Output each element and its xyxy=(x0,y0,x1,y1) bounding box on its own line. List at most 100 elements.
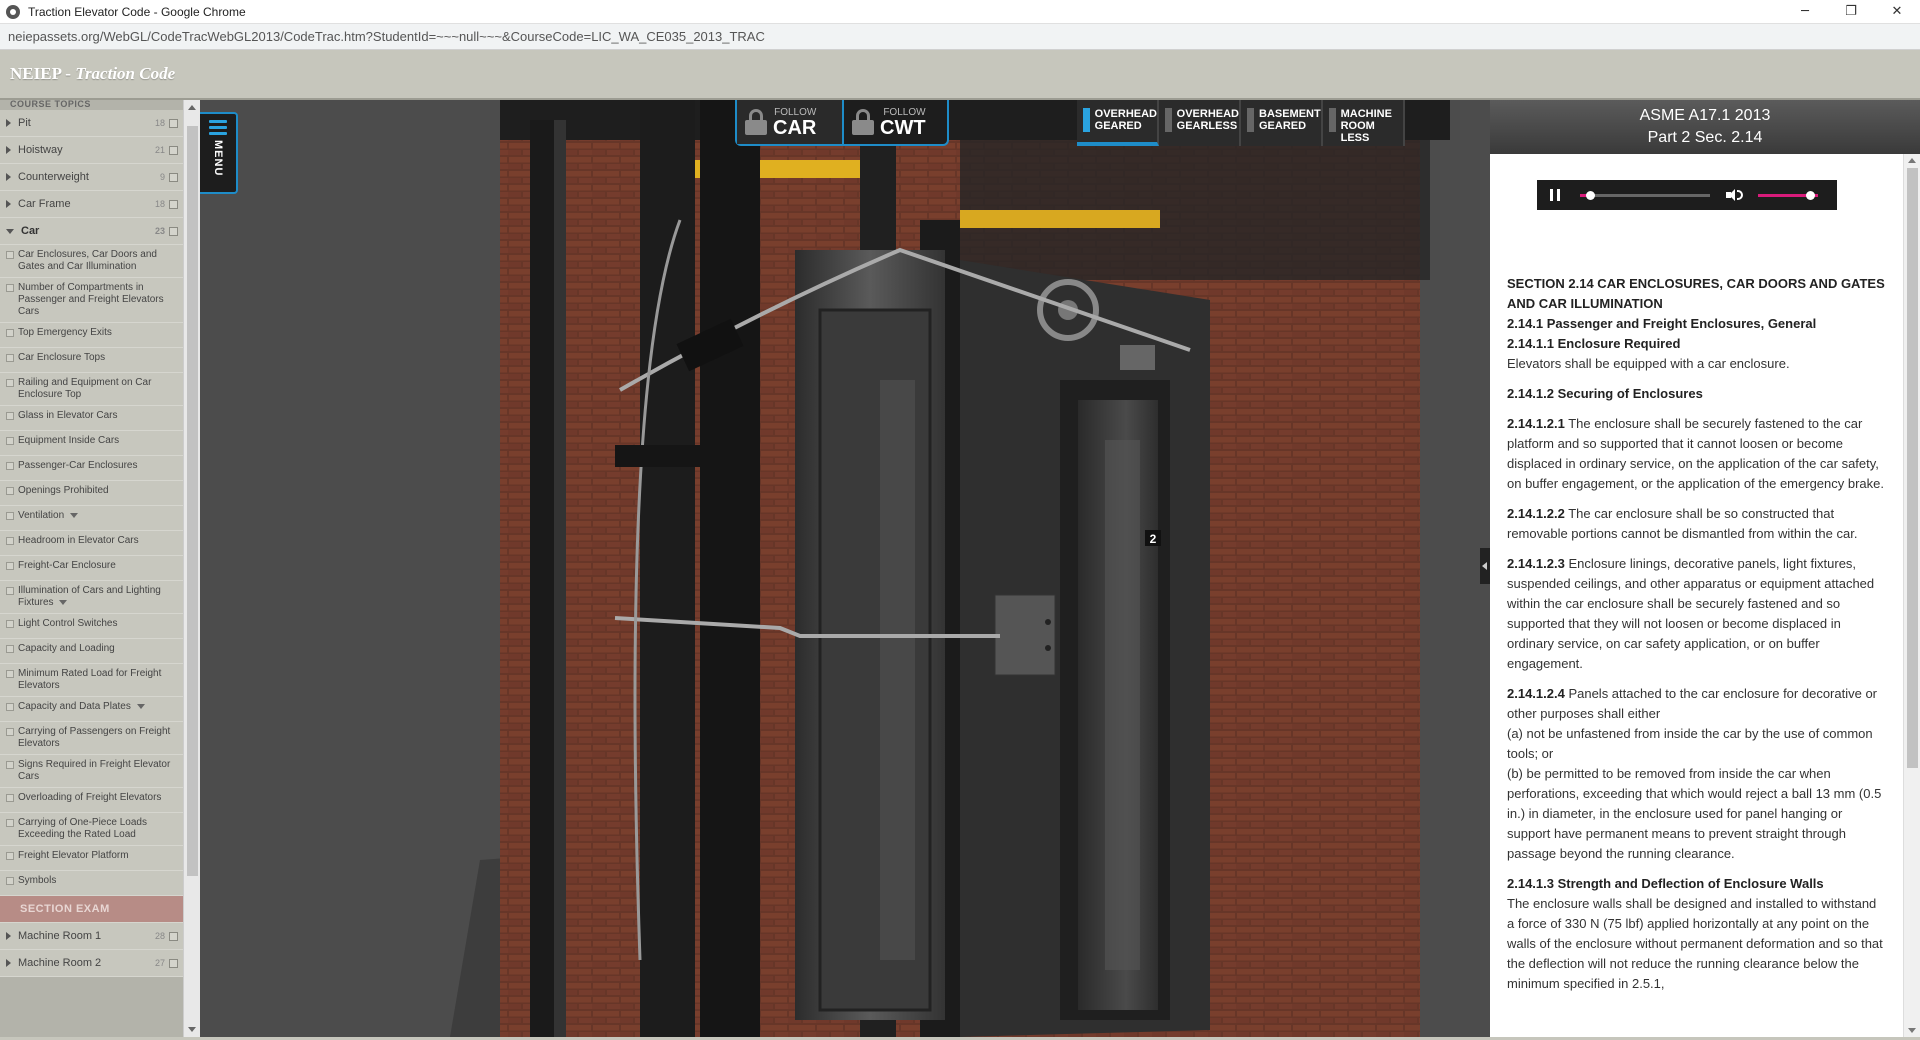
follow-car-button[interactable]: FOLLOW CAR xyxy=(737,100,842,144)
dropdown-arrow-icon[interactable] xyxy=(136,703,145,709)
paragraph-2-14-1-2-1: 2.14.1.2.1 The enclosure shall be secure… xyxy=(1507,414,1887,494)
heading-2-14-1-2: 2.14.1.2 Securing of Enclosures xyxy=(1507,386,1703,401)
sidebar-subtopic[interactable]: Car Enclosures, Car Doors and Gates and … xyxy=(0,245,183,278)
address-bar[interactable]: neiepassets.org/WebGL/CodeTracWebGL2013/… xyxy=(0,24,1920,50)
subtopic-label: Capacity and Data Plates xyxy=(18,701,178,713)
topic-count: 27 xyxy=(154,958,165,968)
scroll-down-icon[interactable] xyxy=(1908,1028,1916,1033)
sidebar-subtopic[interactable]: Minimum Rated Load for Freight Elevators xyxy=(0,664,183,697)
sidebar-scrollbar[interactable] xyxy=(183,100,200,1037)
subtopic-text: Minimum Rated Load for Freight Elevators xyxy=(18,668,162,691)
sidebar-subtopic[interactable]: Illumination of Cars and Lighting Fixtur… xyxy=(0,581,183,614)
restore-button[interactable]: ❐ xyxy=(1828,0,1874,24)
follow-car-small-label: FOLLOW xyxy=(774,106,817,118)
sidebar-subtopic[interactable]: Openings Prohibited xyxy=(0,481,183,506)
subtopic-text: Ventilation xyxy=(18,510,65,521)
sidebar-subtopic[interactable]: Carrying of One-Piece Loads Exceeding th… xyxy=(0,813,183,846)
sidebar-scroll-thumb[interactable] xyxy=(187,126,198,876)
subtopic-label: Openings Prohibited xyxy=(18,485,178,497)
sidebar-subtopic[interactable]: Passenger-Car Enclosures xyxy=(0,456,183,481)
sidebar-subtopic[interactable]: Capacity and Data Plates xyxy=(0,697,183,722)
paragraph-2-14-1-3: The enclosure walls shall be designed an… xyxy=(1507,896,1883,991)
pause-icon[interactable] xyxy=(1550,189,1560,201)
sidebar-subtopic[interactable]: Overloading of Freight Elevators xyxy=(0,788,183,813)
close-button[interactable]: ✕ xyxy=(1874,0,1920,24)
subtopic-text: Car Enclosures, Car Doors and Gates and … xyxy=(18,249,157,272)
follow-cwt-small-label: FOLLOW xyxy=(883,106,926,118)
subtopic-checkbox xyxy=(6,587,14,595)
minimize-button[interactable]: ─ xyxy=(1782,0,1828,24)
subtopic-checkbox xyxy=(6,645,14,653)
sidebar-subtopic[interactable]: Glass in Elevator Cars xyxy=(0,406,183,431)
sidebar-subtopic[interactable]: Signs Required in Freight Elevator Cars xyxy=(0,755,183,788)
elevator-type-button[interactable]: OVERHEAD GEARED xyxy=(1077,100,1159,146)
paragraph-2-14-1-2-4: 2.14.1.2.4 Panels attached to the car en… xyxy=(1507,684,1887,724)
sidebar-topic[interactable]: Counterweight 9 xyxy=(0,164,183,191)
sidebar-topic[interactable]: Machine Room 2 27 xyxy=(0,950,183,977)
sidebar-topic[interactable]: Hoistway 21 xyxy=(0,137,183,164)
sidebar-subtopic[interactable]: Freight Elevator Platform xyxy=(0,846,183,871)
sidebar-subtopic[interactable]: Equipment Inside Cars xyxy=(0,431,183,456)
subtopic-label: Symbols xyxy=(18,875,178,887)
scroll-down-icon[interactable] xyxy=(188,1027,196,1032)
topic-label: Car xyxy=(21,225,40,237)
sidebar-subtopic[interactable]: Car Enclosure Tops xyxy=(0,348,183,373)
subtopic-checkbox xyxy=(6,412,14,420)
subtopic-label: Top Emergency Exits xyxy=(18,327,178,339)
collapse-panel-handle[interactable] xyxy=(1480,548,1490,584)
sidebar-topic[interactable]: Machine Room 1 28 xyxy=(0,923,183,950)
section-title: SECTION 2.14 CAR ENCLOSURES, CAR DOORS A… xyxy=(1507,276,1885,311)
heading-2-14-1-1: 2.14.1.1 Enclosure Required xyxy=(1507,336,1681,351)
elevator-type-button[interactable]: MACHINE ROOM LESS xyxy=(1323,100,1405,146)
sidebar-topic[interactable]: Car Frame 18 xyxy=(0,191,183,218)
sidebar-subtopic[interactable]: Freight-Car Enclosure xyxy=(0,556,183,581)
scroll-up-icon[interactable] xyxy=(188,105,196,110)
sidebar-subtopic[interactable]: Light Control Switches xyxy=(0,614,183,639)
elevator-type-button[interactable]: BASEMENT GEARED xyxy=(1241,100,1323,146)
panel-scroll-thumb[interactable] xyxy=(1907,168,1918,768)
sidebar-subtopic[interactable]: Ventilation xyxy=(0,506,183,531)
subtopic-label: Carrying of Passengers on Freight Elevat… xyxy=(18,726,178,750)
sidebar-topic[interactable]: Pit 18 xyxy=(0,110,183,137)
topic-complete-checkbox xyxy=(169,931,178,941)
volume-icon[interactable] xyxy=(1726,188,1744,202)
topic-count: 18 xyxy=(154,118,165,128)
subtopic-checkbox xyxy=(6,819,14,827)
audio-progress-knob[interactable] xyxy=(1586,190,1596,200)
topic-count: 9 xyxy=(159,172,165,182)
subtopic-label: Light Control Switches xyxy=(18,618,178,630)
elevator-3d-viewport[interactable]: 2 FOLLOW CAR FOLLOW CWT OVERHEAD GEARED … xyxy=(200,100,1490,1037)
elevator-type-button[interactable]: OVERHEAD GEARLESS xyxy=(1159,100,1241,146)
sidebar-subtopic[interactable]: Railing and Equipment on Car Enclosure T… xyxy=(0,373,183,406)
subtopic-checkbox xyxy=(6,670,14,678)
follow-cwt-label: CWT xyxy=(880,116,926,139)
sidebar-subtopic[interactable]: Capacity and Loading xyxy=(0,639,183,664)
volume-slider[interactable] xyxy=(1758,190,1818,200)
clause-number: 2.14.1.2.2 xyxy=(1507,506,1565,521)
subtopic-text: Carrying of One-Piece Loads Exceeding th… xyxy=(18,817,147,840)
subtopic-label: Minimum Rated Load for Freight Elevators xyxy=(18,668,178,692)
sidebar-subtopic[interactable]: Carrying of Passengers on Freight Elevat… xyxy=(0,722,183,755)
subtopic-label: Car Enclosures, Car Doors and Gates and … xyxy=(18,249,178,273)
chrome-icon xyxy=(6,4,20,19)
sidebar-subtopic[interactable]: Headroom in Elevator Cars xyxy=(0,531,183,556)
volume-knob[interactable] xyxy=(1806,190,1815,200)
elevator-type-label: MACHINE ROOM LESS xyxy=(1340,108,1392,144)
dropdown-arrow-icon[interactable] xyxy=(69,512,78,518)
scroll-up-icon[interactable] xyxy=(1908,158,1916,163)
url-text[interactable]: neiepassets.org/WebGL/CodeTracWebGL2013/… xyxy=(8,29,765,44)
audio-progress-slider[interactable] xyxy=(1580,190,1710,200)
follow-cwt-button[interactable]: FOLLOW CWT xyxy=(842,100,947,144)
sidebar-subtopic[interactable]: Symbols xyxy=(0,871,183,896)
menu-toggle-button[interactable]: MENU xyxy=(200,112,238,194)
sidebar-topic[interactable]: Car 23 xyxy=(0,218,183,245)
brand-name: Traction Code xyxy=(75,64,176,83)
sidebar-subtopic[interactable]: Number of Compartments in Passenger and … xyxy=(0,278,183,323)
section-exam-button[interactable]: SECTION EXAM xyxy=(0,896,183,923)
panel-scrollbar[interactable] xyxy=(1903,154,1920,1037)
expand-triangle-icon xyxy=(6,932,11,940)
subtopic-checkbox xyxy=(6,728,14,736)
subtopic-checkbox xyxy=(6,794,14,802)
dropdown-arrow-icon[interactable] xyxy=(59,599,68,605)
sidebar-subtopic[interactable]: Top Emergency Exits xyxy=(0,323,183,348)
